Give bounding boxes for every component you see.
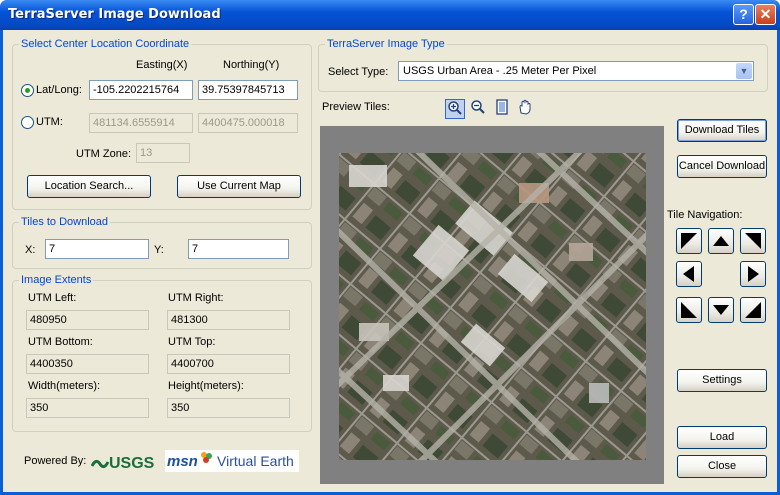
utm-northing-input[interactable]: 4400475.000018 <box>198 113 298 133</box>
height-meters-label: Height(meters): <box>168 380 244 392</box>
nav-east-button[interactable] <box>740 261 766 287</box>
utm-easting-input[interactable]: 481134.6555914 <box>89 113 193 133</box>
arrow-southeast-icon <box>745 302 761 318</box>
image-type-selected-value: USGS Urban Area - .25 Meter Per Pixel <box>403 65 597 77</box>
nav-south-button[interactable] <box>708 297 734 323</box>
msn-logo-text: msn <box>167 453 198 470</box>
arrow-northeast-icon <box>745 233 761 249</box>
close-button[interactable]: Close <box>677 455 767 478</box>
nav-southeast-button[interactable] <box>740 297 766 323</box>
utm-left-label: UTM Left: <box>28 292 77 304</box>
width-meters-value: 350 <box>26 398 149 418</box>
msn-virtual-earth-logo: msn Virtual Earth <box>165 450 299 472</box>
location-search-button[interactable]: Location Search... <box>27 175 151 198</box>
zoom-in-icon[interactable] <box>445 99 465 119</box>
virtual-earth-text: Virtual Earth <box>217 453 294 469</box>
zoom-out-icon[interactable] <box>468 99 488 119</box>
width-meters-label: Width(meters): <box>28 380 101 392</box>
arrow-east-icon <box>748 266 759 282</box>
image-type-group-label: TerraServer Image Type <box>325 38 447 50</box>
aerial-map-image <box>339 153 646 460</box>
utm-zone-label: UTM Zone: <box>76 148 132 160</box>
tiles-x-input[interactable]: 7 <box>45 239 149 259</box>
dialog-client: Select Center Location Coordinate Eastin… <box>3 30 777 492</box>
arrow-north-icon <box>713 236 729 246</box>
arrow-northwest-icon <box>681 233 697 249</box>
nav-northwest-button[interactable] <box>676 228 702 254</box>
nav-west-button[interactable] <box>676 261 702 287</box>
utm-left-value: 480950 <box>26 310 149 330</box>
arrow-south-icon <box>713 305 729 315</box>
utm-radio[interactable] <box>21 116 34 129</box>
download-tiles-button[interactable]: Download Tiles <box>677 119 767 142</box>
utm-top-value: 4400700 <box>167 354 290 374</box>
page-icon[interactable] <box>492 99 512 119</box>
powered-by-label: Powered By: <box>24 455 87 467</box>
select-type-label: Select Type: <box>328 66 389 78</box>
utm-bottom-value: 4400350 <box>26 354 149 374</box>
cancel-download-button[interactable]: Cancel Download <box>677 155 767 178</box>
tiles-y-label: Y: <box>154 244 164 256</box>
tiles-group-label: Tiles to Download <box>19 216 111 228</box>
load-button[interactable]: Load <box>677 426 767 449</box>
nav-north-button[interactable] <box>708 228 734 254</box>
nav-northeast-button[interactable] <box>740 228 766 254</box>
tiles-y-input[interactable]: 7 <box>188 239 289 259</box>
northing-header: Northing(Y) <box>223 59 280 71</box>
latlong-easting-input[interactable]: -105.2202215764 <box>89 80 193 100</box>
arrow-west-icon <box>683 266 694 282</box>
settings-button[interactable]: Settings <box>677 369 767 392</box>
easting-header: Easting(X) <box>136 59 188 71</box>
utm-right-label: UTM Right: <box>168 292 224 304</box>
image-extents-group-label: Image Extents <box>19 274 94 286</box>
utm-label: UTM: <box>36 116 63 128</box>
preview-tiles-label: Preview Tiles: <box>322 101 390 113</box>
preview-tiles-area[interactable] <box>320 126 664 484</box>
latlong-radio[interactable] <box>21 84 34 97</box>
use-current-map-button[interactable]: Use Current Map <box>177 175 301 198</box>
center-location-group-label: Select Center Location Coordinate <box>19 38 192 50</box>
window-title: TerraServer Image Download <box>8 7 221 22</box>
title-bar[interactable]: TerraServer Image Download ? ✕ <box>0 0 780 30</box>
arrow-southwest-icon <box>681 302 697 318</box>
latlong-label: Lat/Long: <box>36 84 82 96</box>
utm-right-value: 481300 <box>167 310 290 330</box>
tiles-x-label: X: <box>25 244 36 256</box>
utm-zone-input[interactable]: 13 <box>136 143 190 163</box>
utm-top-label: UTM Top: <box>168 336 216 348</box>
image-type-select[interactable]: USGS Urban Area - .25 Meter Per Pixel ▼ <box>398 61 754 81</box>
usgs-logo: USGS <box>90 452 155 472</box>
utm-bottom-label: UTM Bottom: <box>28 336 93 348</box>
height-meters-value: 350 <box>167 398 290 418</box>
close-window-button[interactable]: ✕ <box>755 4 776 25</box>
nav-southwest-button[interactable] <box>676 297 702 323</box>
latlong-northing-input[interactable]: 39.75397845713 <box>198 80 298 100</box>
hand-pan-icon[interactable] <box>515 99 535 119</box>
chevron-down-icon[interactable]: ▼ <box>736 63 752 79</box>
tile-navigation-label: Tile Navigation: <box>667 209 743 221</box>
help-button[interactable]: ? <box>733 4 754 25</box>
usgs-logo-text: USGS <box>109 455 155 472</box>
dialog-window: TerraServer Image Download ? ✕ Select Ce… <box>0 0 780 495</box>
